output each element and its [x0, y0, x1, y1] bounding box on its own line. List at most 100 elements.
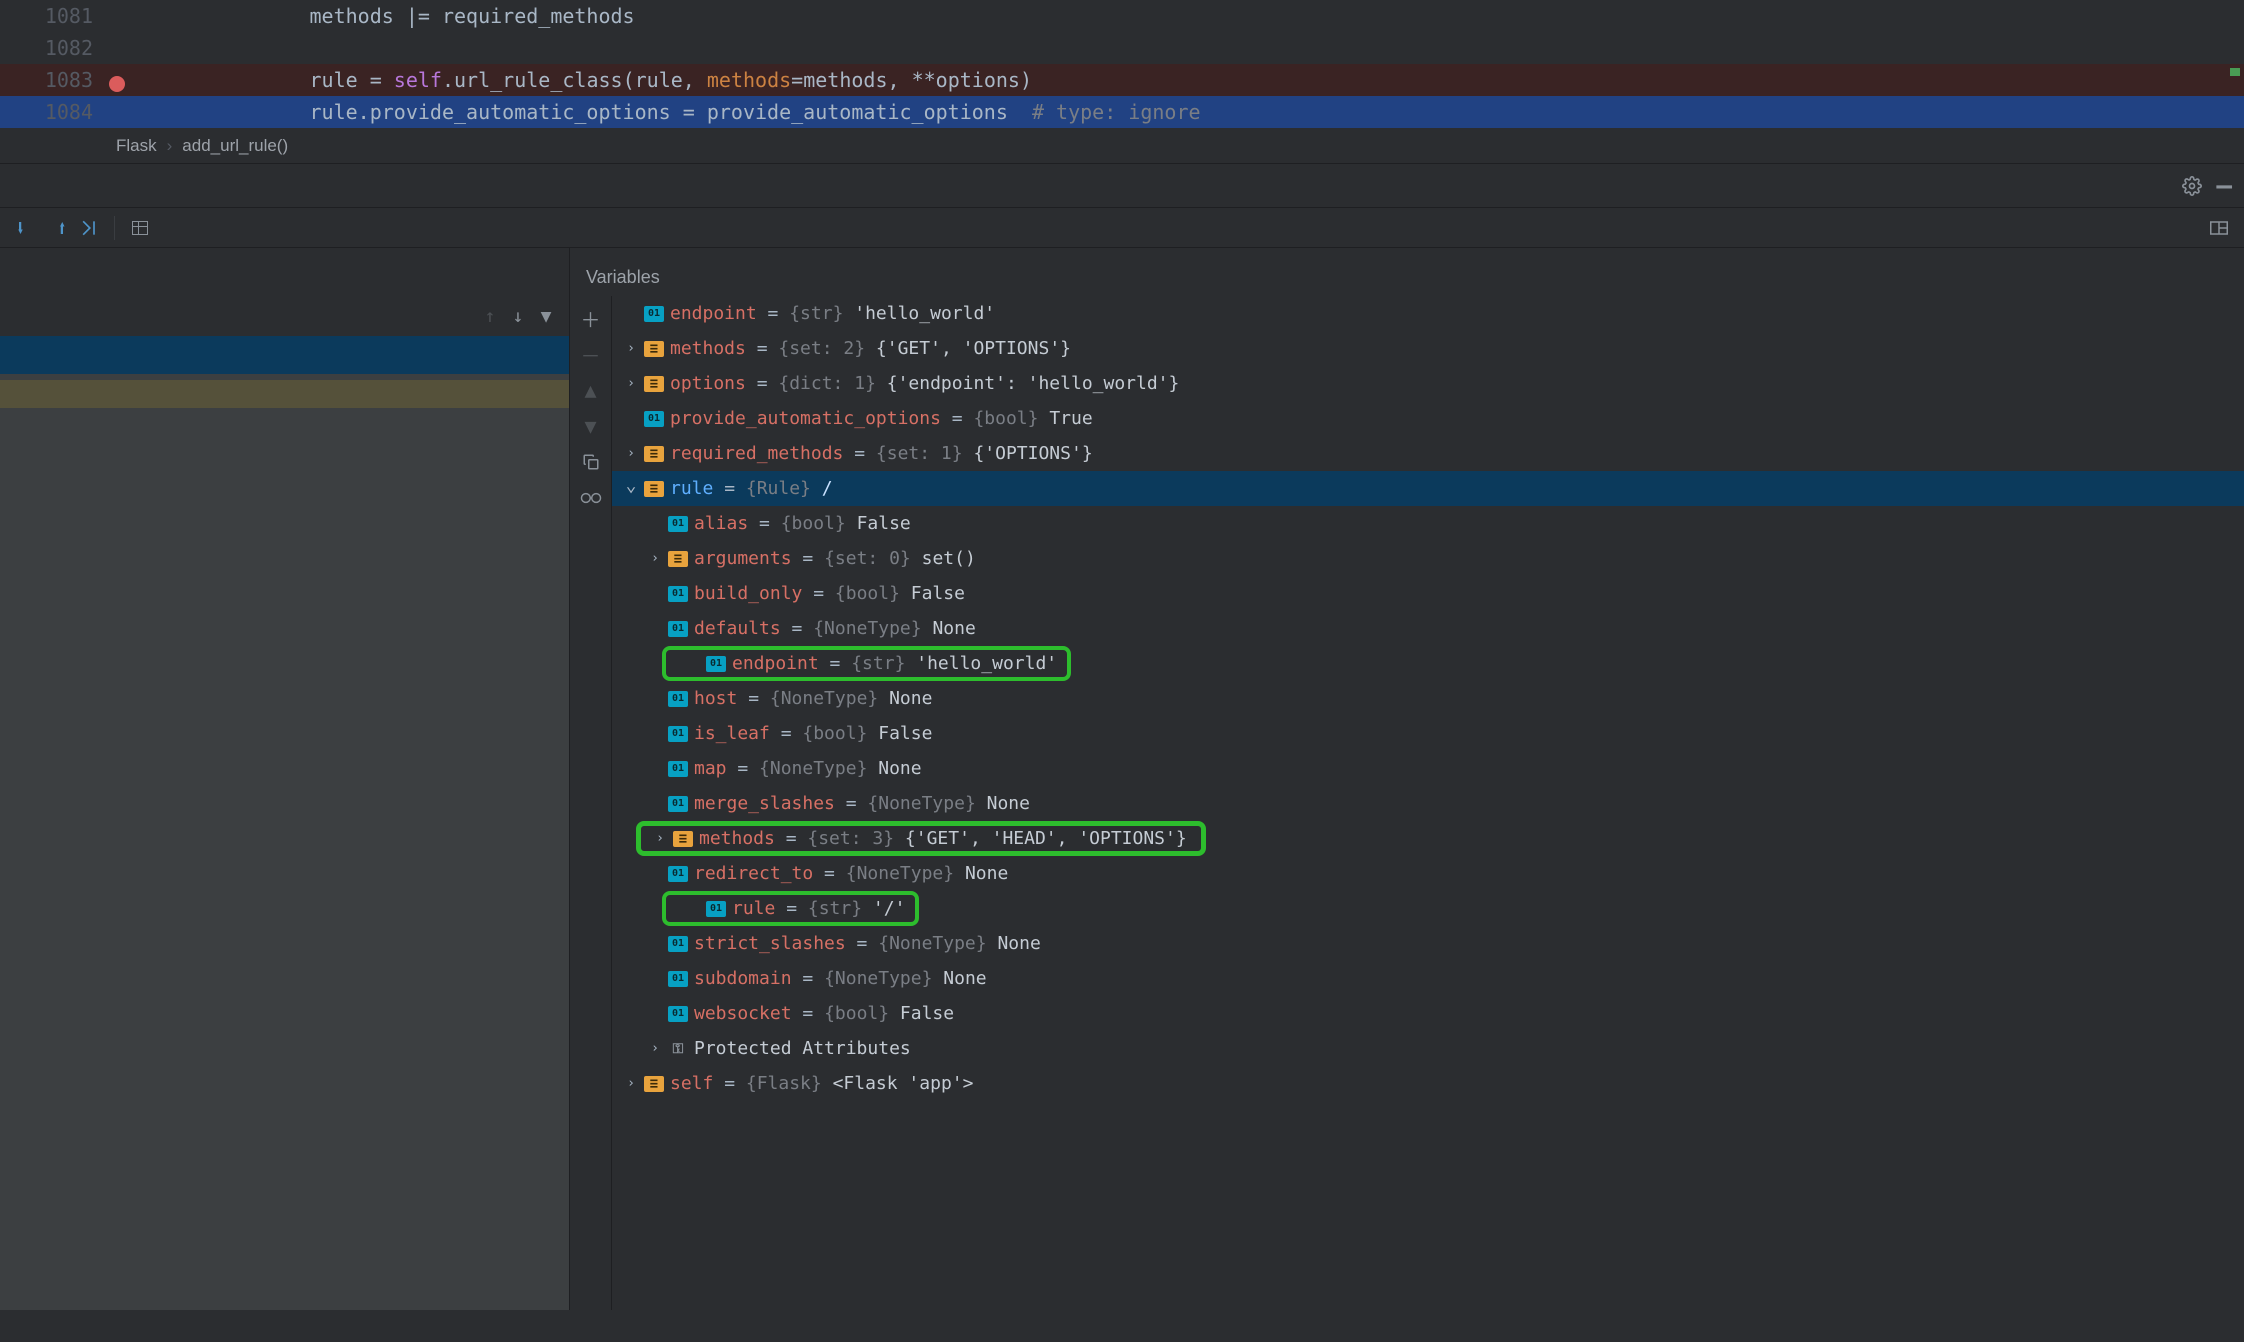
variable-type: {Rule}	[746, 478, 822, 499]
variable-value: '/'	[873, 898, 906, 919]
variable-type: {bool}	[781, 513, 857, 534]
add-watch-icon[interactable]: ＋	[575, 304, 607, 332]
breadcrumb[interactable]: Flask › add_url_rule()	[0, 128, 2244, 164]
expand-chevron-icon[interactable]: ›	[622, 341, 640, 356]
minimize-icon[interactable]: —	[2216, 179, 2232, 193]
line-number[interactable]: 1083	[0, 68, 105, 92]
primitive-icon: 01	[668, 586, 688, 602]
remove-watch-icon[interactable]: －	[575, 340, 607, 368]
variable-row[interactable]: ›01build_only = {bool} False	[612, 576, 2244, 611]
variables-header: Variables	[570, 248, 2244, 296]
variable-row[interactable]: ›01websocket = {bool} False	[612, 996, 2244, 1031]
variable-row[interactable]: ›01merge_slashes = {NoneType} None	[612, 786, 2244, 821]
variable-value: False	[878, 723, 932, 744]
layout-icon[interactable]	[2206, 215, 2232, 241]
primitive-icon: 01	[668, 971, 688, 987]
step-into-cursor-icon[interactable]	[76, 215, 102, 241]
code-line[interactable]: 1081 methods |= required_methods	[0, 0, 2244, 32]
variable-value: None	[987, 793, 1030, 814]
code-content[interactable]: rule = self.url_rule_class(rule, methods…	[105, 68, 2244, 92]
variable-name: required_methods	[670, 443, 843, 464]
code-editor[interactable]: 1081 methods |= required_methods10821083…	[0, 0, 2244, 128]
primitive-icon: 01	[668, 1006, 688, 1022]
variable-row[interactable]: ›01subdomain = {NoneType} None	[612, 961, 2244, 996]
table-view-icon[interactable]	[127, 215, 153, 241]
copy-icon[interactable]	[575, 448, 607, 476]
collection-icon: ≡	[644, 341, 664, 357]
variable-row[interactable]: ›01strict_slashes = {NoneType} None	[612, 926, 2244, 961]
expand-chevron-icon[interactable]: ›	[651, 831, 669, 846]
variable-row[interactable]: ›01provide_automatic_options = {bool} Tr…	[612, 401, 2244, 436]
code-content[interactable]: rule.provide_automatic_options = provide…	[105, 100, 2244, 124]
variable-name: rule	[732, 898, 775, 919]
variable-value: None	[943, 968, 986, 989]
variable-type: {dict: 1}	[778, 373, 886, 394]
primitive-icon: 01	[668, 726, 688, 742]
variable-row[interactable]: ›01map = {NoneType} None	[612, 751, 2244, 786]
glasses-icon[interactable]	[575, 484, 607, 512]
variable-row[interactable]: ›01redirect_to = {NoneType} None	[612, 856, 2244, 891]
variable-row[interactable]: ›≡options = {dict: 1} {'endpoint': 'hell…	[612, 366, 2244, 401]
line-number[interactable]: 1084	[0, 100, 105, 124]
collection-icon: ≡	[644, 446, 664, 462]
move-down-icon[interactable]: ▼	[575, 412, 607, 440]
collection-icon: ≡	[673, 831, 693, 847]
variable-name: subdomain	[694, 968, 792, 989]
variable-name: options	[670, 373, 746, 394]
variables-tree[interactable]: ›01endpoint = {str} 'hello_world'›≡metho…	[612, 296, 2244, 1310]
code-line[interactable]: 1082	[0, 32, 2244, 64]
variable-row[interactable]: ›01defaults = {NoneType} None	[612, 611, 2244, 646]
variable-row[interactable]: ›01endpoint = {str} 'hello_world'	[662, 646, 1071, 681]
expand-chevron-icon[interactable]: ›	[646, 551, 664, 566]
line-number[interactable]: 1082	[0, 36, 105, 60]
variable-row[interactable]: ›01is_leaf = {bool} False	[612, 716, 2244, 751]
variable-value: False	[857, 513, 911, 534]
selected-stack-frame[interactable]	[0, 336, 569, 374]
variable-row[interactable]: ›01host = {NoneType} None	[612, 681, 2244, 716]
variable-name: provide_automatic_options	[670, 408, 941, 429]
next-frame-icon[interactable]: ↓	[507, 306, 529, 327]
debug-main: ↑ ↓ ▼ Variables ＋ － ▲ ▼ ›01end	[0, 248, 2244, 1310]
variable-value: None	[878, 758, 921, 779]
expand-chevron-icon[interactable]: ›	[622, 376, 640, 391]
expand-chevron-icon[interactable]: ⌄	[622, 475, 640, 496]
variable-type: {NoneType}	[770, 688, 889, 709]
variable-row[interactable]: › ⚿ Protected Attributes	[612, 1031, 2244, 1066]
variable-row[interactable]: ›≡methods = {set: 2} {'GET', 'OPTIONS'}	[612, 331, 2244, 366]
variable-row[interactable]: ›≡methods = {set: 3} {'GET', 'HEAD', 'OP…	[636, 821, 1206, 856]
stack-frame[interactable]	[0, 394, 569, 408]
variable-value: <Flask 'app'>	[833, 1073, 974, 1094]
variable-label: Protected Attributes	[694, 1038, 911, 1059]
variable-row[interactable]: ›01endpoint = {str} 'hello_world'	[612, 296, 2244, 331]
variable-name: strict_slashes	[694, 933, 846, 954]
variable-name: merge_slashes	[694, 793, 835, 814]
collection-icon: ≡	[644, 1076, 664, 1092]
variable-row[interactable]: ›01alias = {bool} False	[612, 506, 2244, 541]
variable-type: {str}	[851, 653, 916, 674]
stack-frame[interactable]	[0, 380, 569, 394]
frames-panel[interactable]: ↑ ↓ ▼	[0, 248, 570, 1310]
variable-row[interactable]: ›≡required_methods = {set: 1} {'OPTIONS'…	[612, 436, 2244, 471]
expand-chevron-icon[interactable]: ›	[622, 446, 640, 461]
code-line[interactable]: 1084 rule.provide_automatic_options = pr…	[0, 96, 2244, 128]
step-down-icon[interactable]	[12, 215, 38, 241]
variable-row[interactable]: ›≡arguments = {set: 0} set()	[612, 541, 2244, 576]
error-stripe-mark[interactable]	[2230, 68, 2240, 76]
variable-type: {set: 3}	[807, 828, 905, 849]
breadcrumb-item[interactable]: add_url_rule()	[182, 136, 288, 156]
key-icon: ⚿	[668, 1041, 688, 1057]
variable-row[interactable]: ›≡self = {Flask} <Flask 'app'>	[612, 1066, 2244, 1101]
gear-icon[interactable]	[2182, 176, 2202, 196]
move-up-icon[interactable]: ▲	[575, 376, 607, 404]
code-content[interactable]: methods |= required_methods	[105, 4, 2244, 28]
frame-dropdown-icon[interactable]: ▼	[535, 306, 557, 327]
variable-row[interactable]: ›01rule = {str} '/'	[662, 891, 919, 926]
expand-chevron-icon[interactable]: ›	[646, 1041, 664, 1056]
breadcrumb-item[interactable]: Flask	[116, 136, 157, 156]
prev-frame-icon[interactable]: ↑	[479, 306, 501, 327]
variable-row[interactable]: ⌄≡rule = {Rule} /	[612, 471, 2244, 506]
code-line[interactable]: 1083 rule = self.url_rule_class(rule, me…	[0, 64, 2244, 96]
line-number[interactable]: 1081	[0, 4, 105, 28]
expand-chevron-icon[interactable]: ›	[622, 1076, 640, 1091]
step-up-icon[interactable]	[44, 215, 70, 241]
